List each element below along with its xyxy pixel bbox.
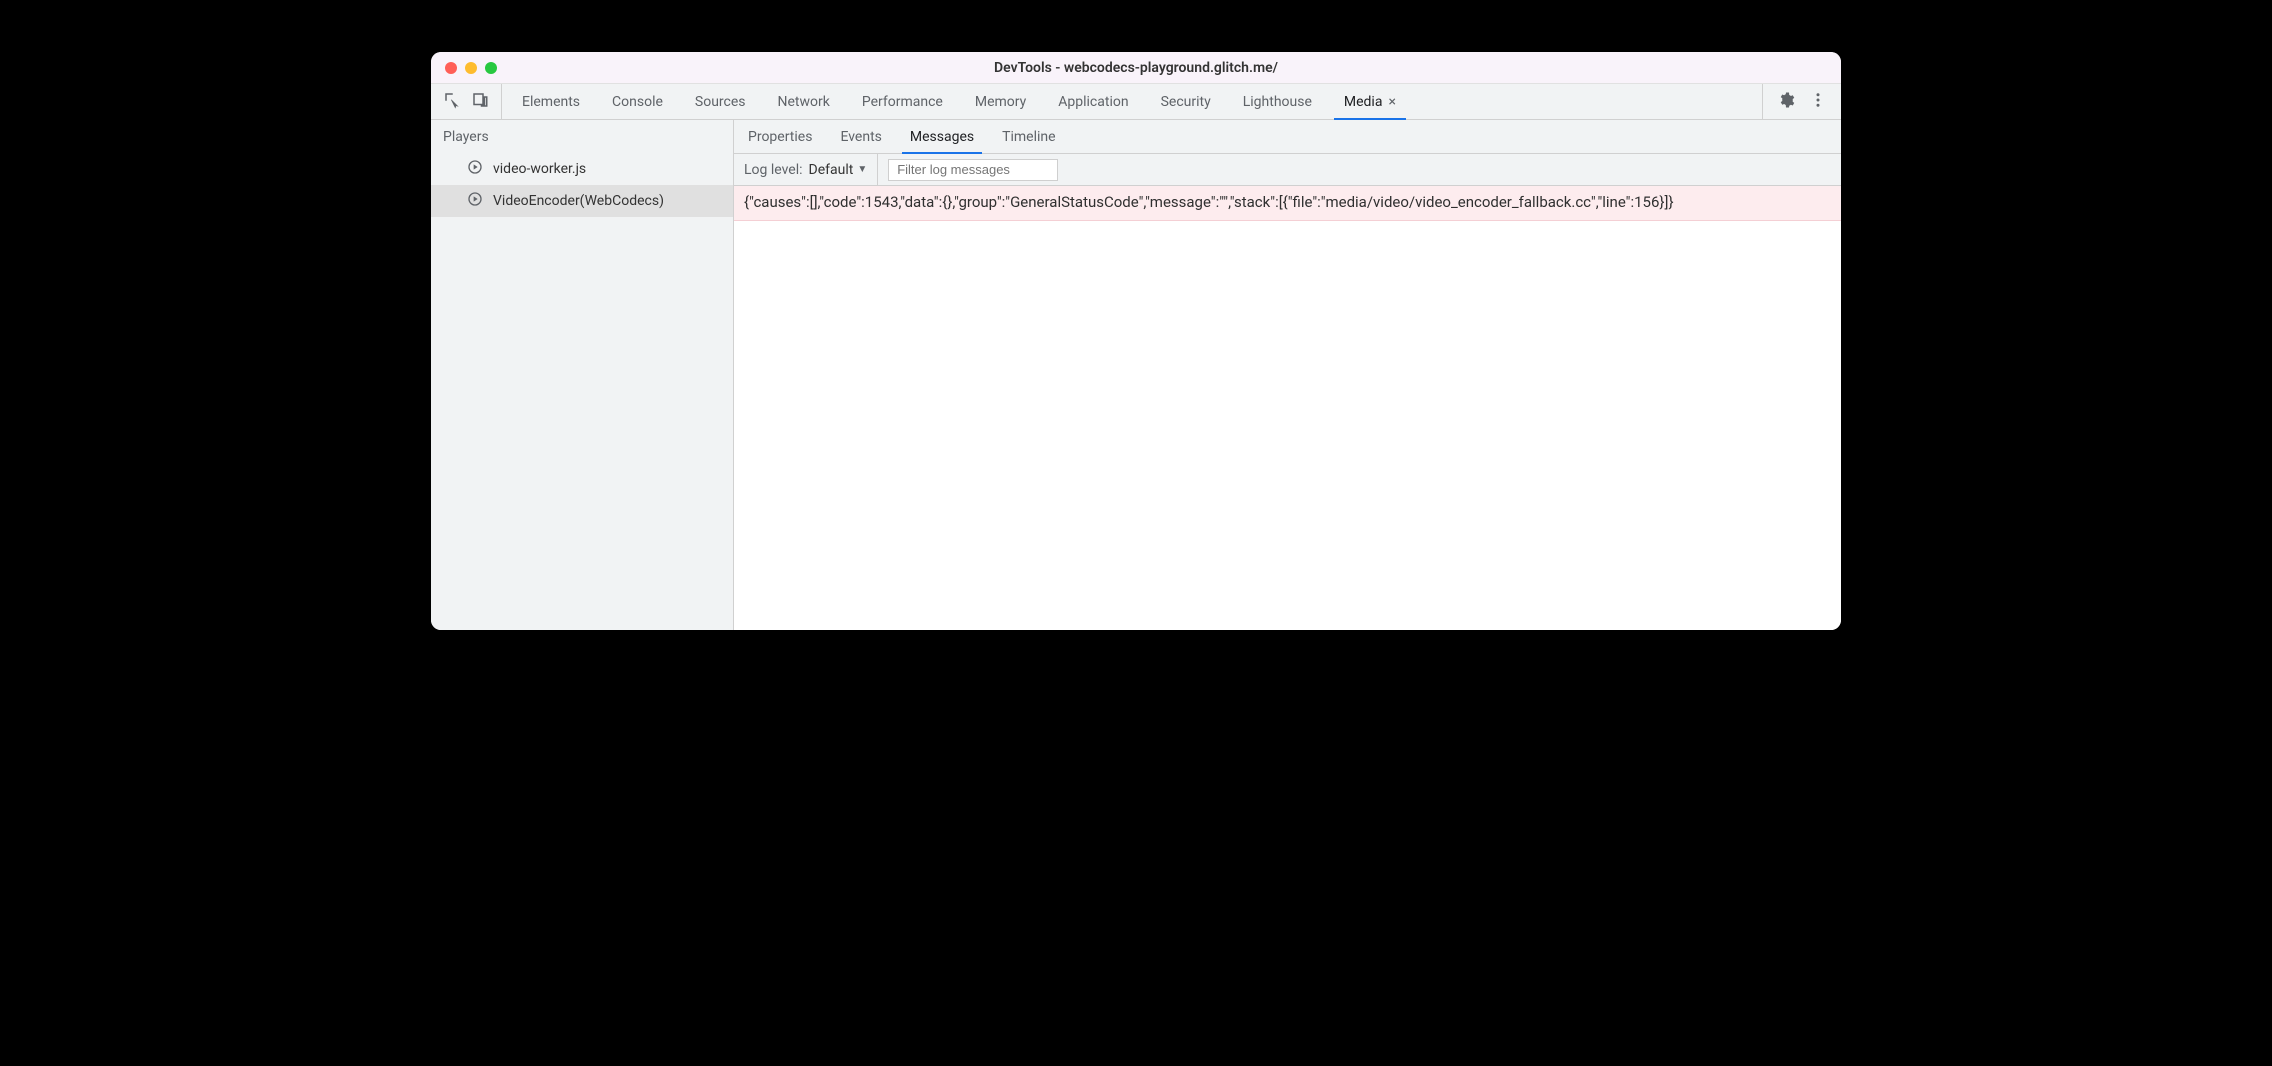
subtab-events[interactable]: Events [826,120,895,153]
chevron-down-icon: ▼ [857,164,867,175]
device-toolbar-icon[interactable] [471,91,489,113]
tab-security[interactable]: Security [1145,84,1227,119]
subtab-label: Timeline [1002,129,1055,145]
tab-elements[interactable]: Elements [506,84,596,119]
subtab-label: Events [840,129,881,145]
inspect-tools [431,84,502,119]
window-minimize-button[interactable] [465,62,477,74]
panel-tablist: Elements Console Sources Network Performance… [502,84,1762,119]
tab-application[interactable]: Application [1042,84,1144,119]
workspace: Players video-worker.js VideoEncoder(WebC… [431,120,1841,630]
log-message[interactable]: {"causes":[],"code":1543,"data":{},"grou… [734,186,1841,221]
subtab-properties[interactable]: Properties [734,120,826,153]
tab-label: Console [612,94,663,110]
subtab-label: Messages [910,129,974,145]
player-item[interactable]: VideoEncoder(WebCodecs) [431,185,733,217]
tab-sources[interactable]: Sources [679,84,762,119]
log-level-selector[interactable]: Log level: Default ▼ [744,154,878,185]
subtab-messages[interactable]: Messages [896,120,988,153]
tab-console[interactable]: Console [596,84,679,119]
tab-label: Application [1058,94,1128,110]
kebab-menu-icon[interactable] [1809,91,1827,113]
window-controls [431,62,497,74]
window-close-button[interactable] [445,62,457,74]
window-titlebar: DevTools - webcodecs-playground.glitch.m… [431,52,1841,84]
tab-label: Elements [522,94,580,110]
tab-media[interactable]: Media × [1328,84,1412,119]
log-level-value: Default [809,162,854,178]
play-icon [467,191,483,211]
media-subtabs: Properties Events Messages Timeline [734,120,1841,154]
player-item[interactable]: video-worker.js [431,153,733,185]
subtab-timeline[interactable]: Timeline [988,120,1069,153]
tab-label: Security [1161,94,1211,110]
gear-icon[interactable] [1777,91,1795,113]
panel-tabbar: Elements Console Sources Network Performance… [431,84,1841,120]
window-title: DevTools - webcodecs-playground.glitch.m… [431,60,1841,76]
player-label: video-worker.js [493,161,586,177]
tab-memory[interactable]: Memory [959,84,1042,119]
filter-input[interactable] [888,159,1058,181]
messages-toolbar: Log level: Default ▼ [734,154,1841,186]
players-list: video-worker.js VideoEncoder(WebCodecs) [431,153,733,217]
media-panel-main: Properties Events Messages Timeline Log lev… [734,120,1841,630]
player-label: VideoEncoder(WebCodecs) [493,193,664,209]
tab-network[interactable]: Network [762,84,846,119]
tab-label: Network [778,94,830,110]
play-icon [467,159,483,179]
messages-list: {"causes":[],"code":1543,"data":{},"grou… [734,186,1841,630]
players-header: Players [431,120,733,153]
tab-performance[interactable]: Performance [846,84,959,119]
window-zoom-button[interactable] [485,62,497,74]
close-icon[interactable]: × [1388,94,1395,110]
tab-label: Performance [862,94,943,110]
tab-label: Media [1344,94,1383,110]
toolbar-right [1762,84,1841,119]
tab-lighthouse[interactable]: Lighthouse [1227,84,1328,119]
log-level-label: Log level: [744,162,803,178]
inspect-element-icon[interactable] [443,91,461,113]
tab-label: Memory [975,94,1026,110]
subtab-label: Properties [748,129,812,145]
tab-label: Sources [695,94,746,110]
players-sidebar: Players video-worker.js VideoEncoder(WebC… [431,120,734,630]
devtools-window: DevTools - webcodecs-playground.glitch.m… [431,52,1841,630]
tab-label: Lighthouse [1243,94,1312,110]
